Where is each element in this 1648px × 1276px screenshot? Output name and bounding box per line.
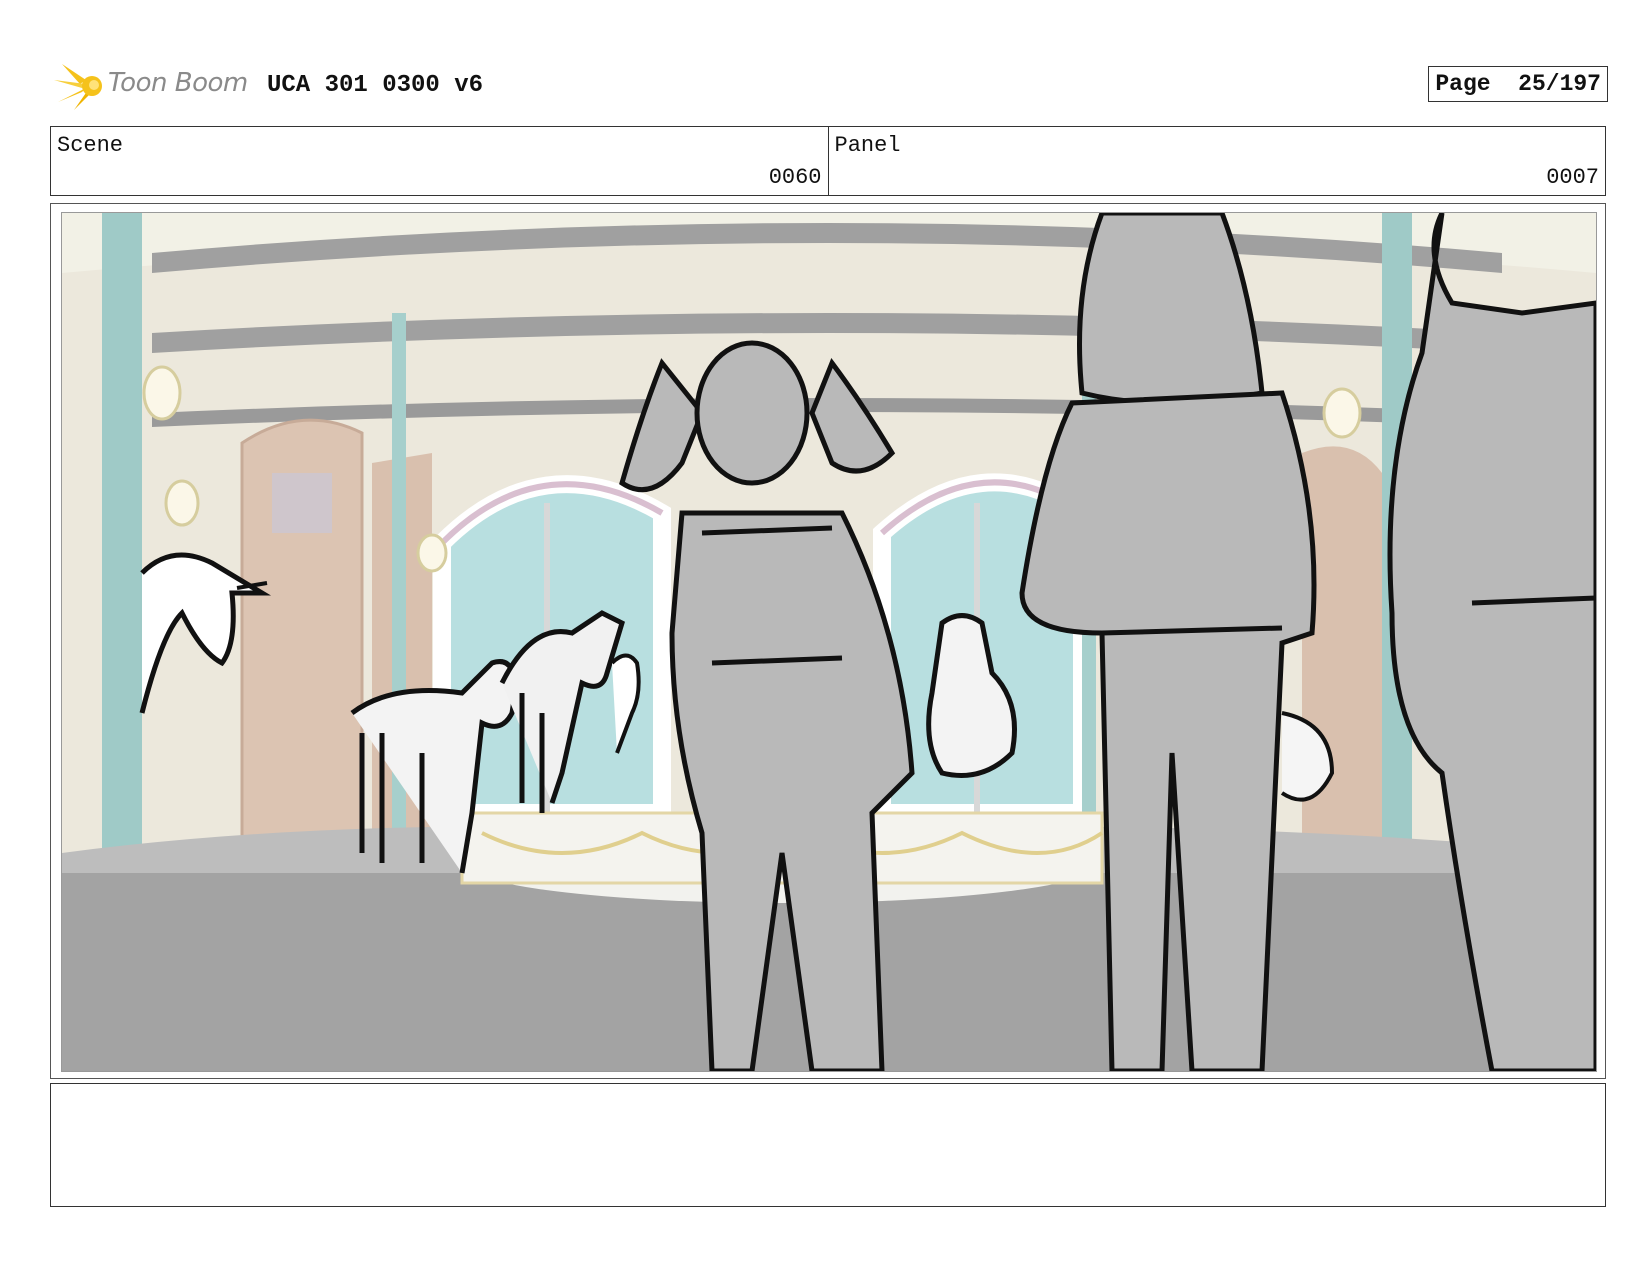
storyboard-sketch: [62, 213, 1596, 1071]
panel-number: 0007: [1546, 165, 1599, 190]
page-indicator: Page 25/197: [1428, 66, 1608, 102]
page-label: Page: [1435, 71, 1491, 97]
notes-text: [51, 1084, 1605, 1100]
document-title: UCA 301 0300 v6: [267, 72, 484, 99]
scene-label: Scene: [57, 133, 124, 158]
panel-cell: Panel 0007: [827, 127, 1606, 195]
scene-number: 0060: [768, 165, 822, 190]
page-header: Toon Boom UCA 301 0300 v6 Page 25/197: [52, 58, 1608, 114]
logo-burst-icon: [54, 64, 102, 110]
logo-text: Toon Boom: [108, 68, 248, 98]
panel-drawing: [61, 212, 1597, 1072]
toon-boom-logo: Toon Boom: [52, 58, 252, 114]
page-number: 25/197: [1518, 71, 1601, 97]
panel-label: Panel: [834, 133, 901, 158]
storyboard-panel: [50, 203, 1606, 1079]
scene-cell: Scene 0060: [51, 127, 828, 195]
panel-notes: [50, 1083, 1606, 1207]
scene-panel-info: Scene 0060 Panel 0007: [50, 126, 1606, 196]
